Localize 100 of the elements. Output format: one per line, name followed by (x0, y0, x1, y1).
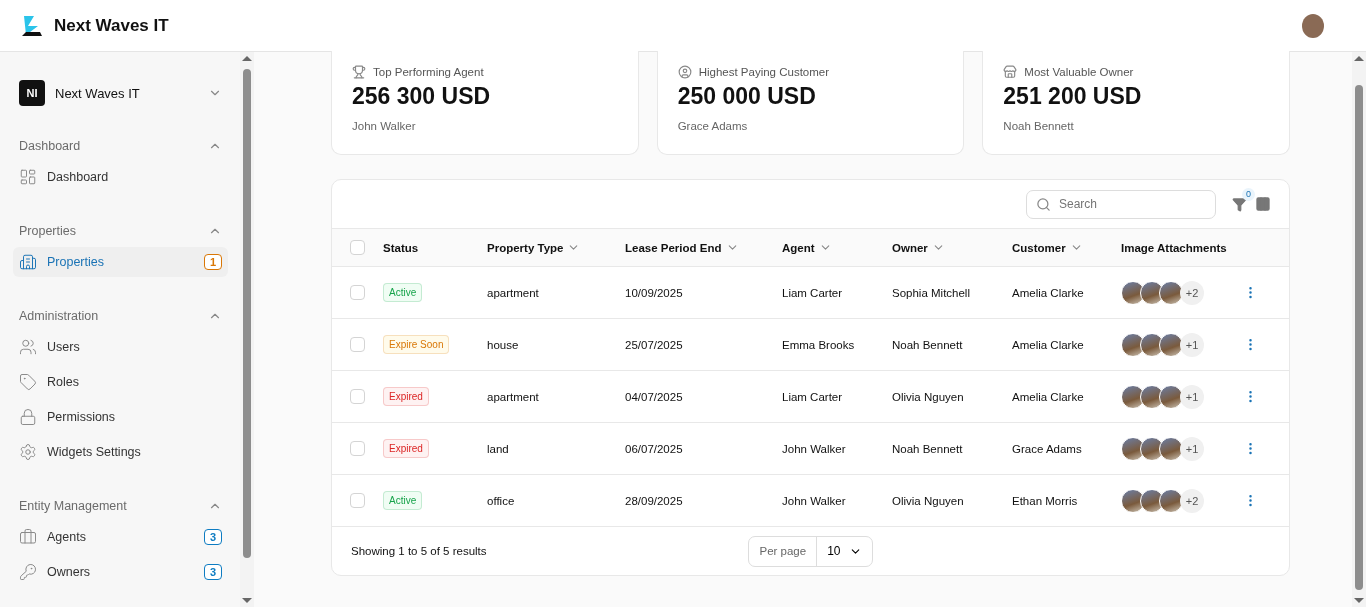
filter-count: 0 (1242, 187, 1255, 201)
stat-name: Grace Adams (677, 120, 749, 132)
photo-placeholder (1140, 332, 1164, 357)
row-checkbox[interactable] (350, 441, 365, 456)
stat-value: 251 200 USD (1003, 83, 1143, 110)
search-field[interactable]: Search (1026, 189, 1216, 219)
count-badge: 1 (203, 254, 222, 270)
table-cell-text: Amelia Clarke (1012, 286, 1085, 299)
photo-placeholder (1121, 436, 1145, 461)
nav-item[interactable]: Agents 3 (13, 522, 228, 552)
nav-item[interactable]: Roles (13, 367, 228, 397)
column-header: Image Attachments (1121, 241, 1228, 254)
nav-item[interactable]: Dashboard (13, 162, 228, 192)
user-icon (677, 65, 692, 79)
stat-label: Top Performing Agent (373, 66, 484, 78)
nav-label: Roles (47, 375, 80, 389)
row-checkbox[interactable] (350, 337, 365, 352)
table-cell-text: 06/07/2025 (625, 442, 684, 455)
nav-item[interactable]: Owners 3 (13, 557, 228, 587)
nav-item[interactable]: Users (13, 332, 228, 362)
section-title: Properties (19, 224, 76, 238)
nav-label: Widgets Settings (47, 445, 142, 459)
photo-placeholder (1140, 436, 1164, 461)
photo-placeholder (1121, 488, 1145, 513)
table-cell-text: John Walker (782, 494, 847, 507)
org-logo: NI (19, 80, 45, 106)
lock-icon (19, 408, 37, 426)
column-header[interactable]: Agent (782, 241, 892, 254)
status-tag: Expired (383, 439, 429, 458)
table-cell-text: Sophia Mitchell (892, 286, 971, 299)
column-header: Status (383, 241, 420, 254)
store-icon (1003, 65, 1018, 79)
stat-name: Noah Bennett (1003, 120, 1075, 132)
stat-value: 256 300 USD (352, 83, 492, 110)
results-summary: Showing 1 to 5 of 5 results (351, 545, 488, 557)
sidebar-scrollbar[interactable] (240, 52, 254, 607)
nav-item[interactable]: Permissions (13, 402, 228, 432)
table-cell-text: Amelia Clarke (1012, 338, 1085, 351)
nav-item[interactable]: Properties 1 (13, 247, 228, 277)
photo-placeholder (1140, 384, 1164, 409)
more-count: +1 (1180, 436, 1204, 461)
row-checkbox[interactable] (350, 493, 365, 508)
key-icon (19, 563, 37, 581)
stat-name: John Walker (352, 120, 417, 132)
table-cell-text: office (487, 494, 516, 507)
stat-label: Highest Paying Customer (698, 66, 830, 78)
row-checkbox[interactable] (350, 389, 365, 404)
nav-item[interactable]: Widgets Settings (13, 437, 228, 467)
column-header[interactable]: Lease Period End (625, 241, 782, 254)
per-page-select[interactable]: 10 (817, 544, 872, 558)
column-header[interactable]: Owner (892, 241, 1012, 254)
photo-placeholder (1121, 384, 1145, 409)
table-cell-text: Amelia Clarke (1012, 390, 1085, 403)
select-all-checkbox[interactable] (350, 240, 365, 255)
photo-placeholder (1140, 280, 1164, 305)
row-checkbox[interactable] (350, 285, 365, 300)
table-cell-text: Grace Adams (1012, 442, 1083, 455)
brand-name: Next Waves IT (54, 15, 170, 36)
filter-icon[interactable] (1232, 196, 1247, 212)
nav-label: Permissions (47, 410, 117, 424)
nav-label: Owners (47, 565, 92, 579)
photo-placeholder (1121, 280, 1145, 305)
nav-label: Dashboard (47, 170, 110, 184)
more-count: +2 (1180, 280, 1204, 305)
user-avatar[interactable] (1302, 13, 1324, 38)
photo-placeholder (1159, 384, 1183, 409)
users-icon (19, 338, 37, 356)
table-cell-text: apartment (487, 390, 540, 403)
gear-icon (19, 443, 37, 461)
nav-label: Users (47, 340, 81, 354)
count-badge: 3 (203, 564, 222, 580)
table-cell-text: Olivia Nguyen (892, 390, 965, 403)
nav-label: Properties (47, 255, 105, 269)
org-name[interactable]: Next Waves IT (55, 85, 208, 101)
table-cell-text: 28/09/2025 (625, 494, 684, 507)
table-cell-text: house (487, 338, 520, 351)
stat-label: Most Valuable Owner (1024, 66, 1134, 78)
column-header[interactable]: Property Type (487, 241, 625, 254)
table-cell-text: 10/09/2025 (625, 286, 684, 299)
photo-placeholder (1140, 488, 1164, 513)
per-page-label: Per page (749, 536, 818, 566)
status-tag: Active (383, 283, 423, 302)
status-tag: Active (383, 491, 423, 510)
column-header[interactable]: Customer (1012, 241, 1121, 254)
more-count: +1 (1180, 332, 1204, 357)
table-cell-text: Noah Bennett (892, 442, 964, 455)
table-cell-text: John Walker (782, 442, 847, 455)
page-scrollbar[interactable] (1352, 52, 1366, 607)
nav-label: Agents (47, 530, 87, 544)
table-cell-text: land (487, 442, 510, 455)
section-title: Dashboard (19, 139, 81, 153)
building-icon (19, 253, 37, 271)
table-cell-text: Liam Carter (782, 390, 844, 403)
table-cell-text: Emma Brooks (782, 338, 856, 351)
status-tag: Expire Soon (383, 335, 450, 354)
stat-value: 250 000 USD (677, 83, 817, 110)
table-cell-text: Liam Carter (782, 286, 844, 299)
table-cell-text: Olivia Nguyen (892, 494, 965, 507)
section-title: Administration (19, 309, 99, 323)
table-cell-text: 25/07/2025 (625, 338, 684, 351)
